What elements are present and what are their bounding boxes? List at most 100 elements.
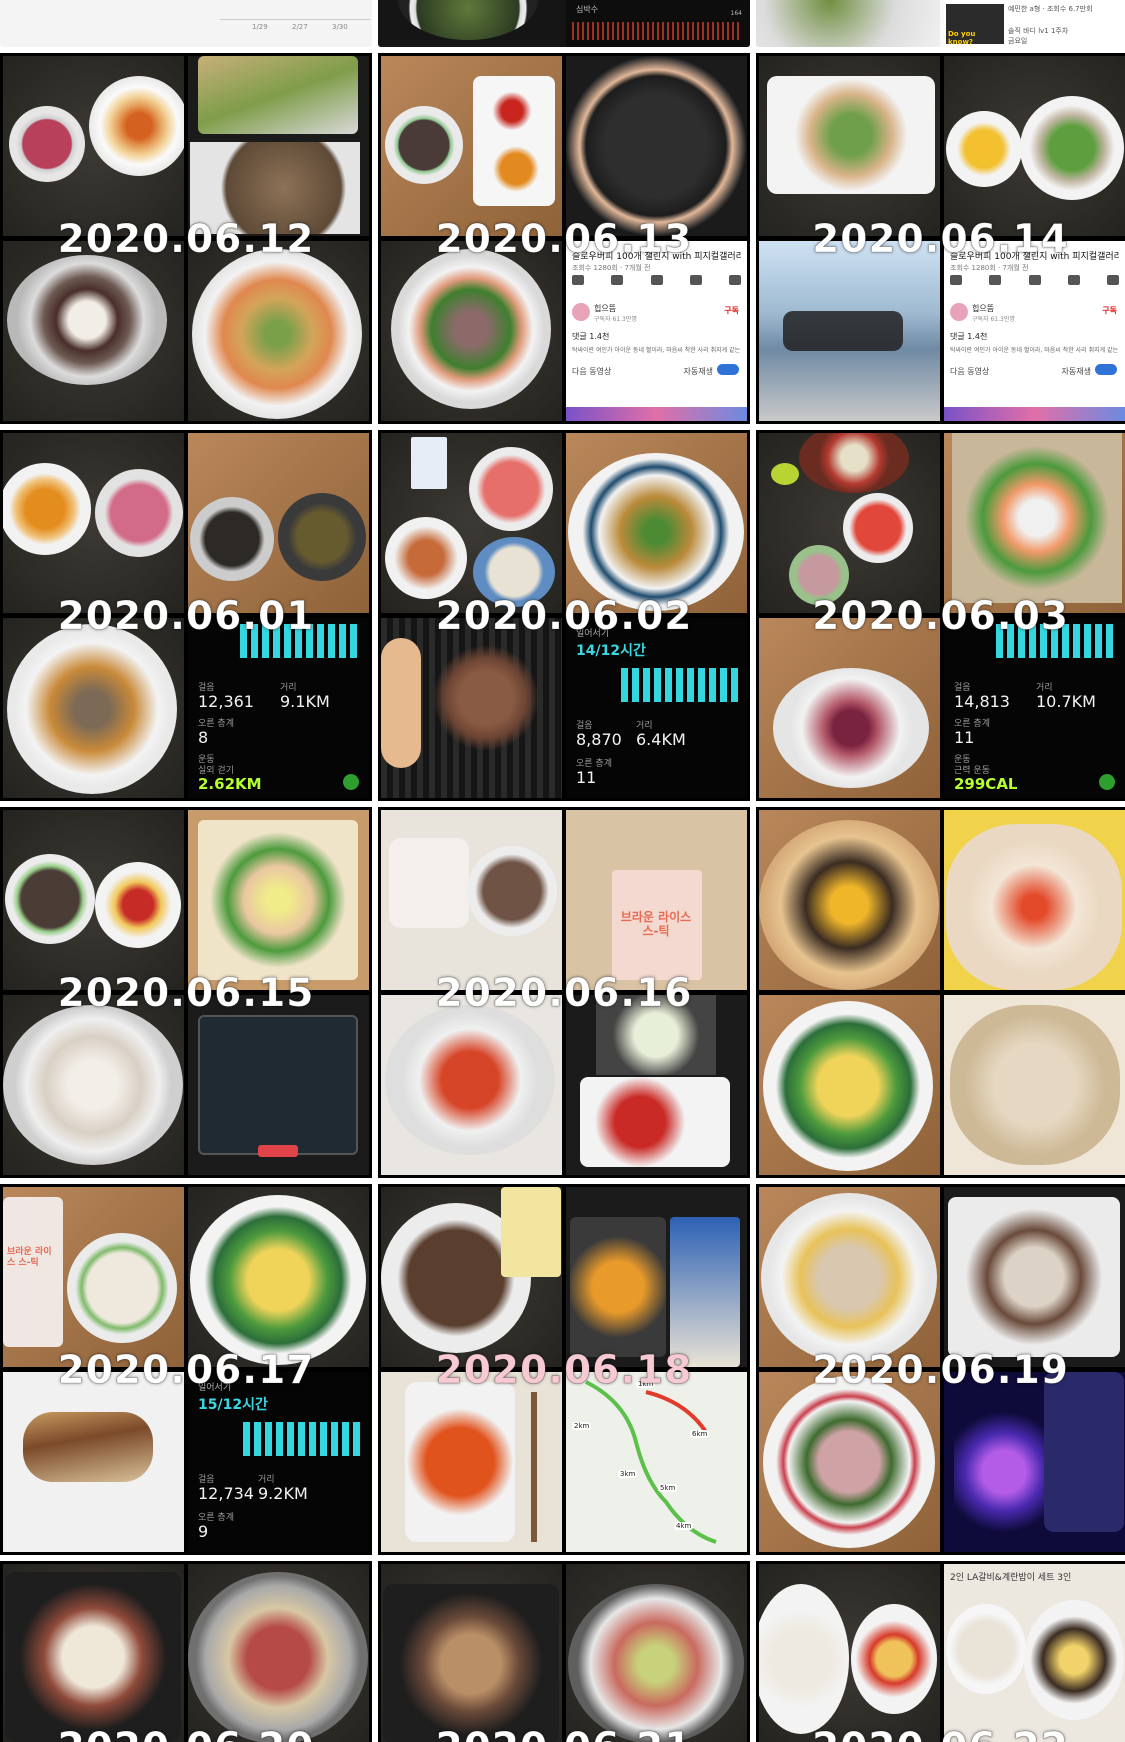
food-photo	[188, 1187, 369, 1367]
activity-bars	[243, 1422, 363, 1456]
top-chart-tile[interactable]: 1/29 2/27 3/30	[0, 0, 372, 47]
video-list: Do you know? 예민한 a형 · 조회수 6.7만회 솔직 바디 lv…	[944, 0, 1125, 47]
food-photo	[566, 56, 747, 236]
activity-summary: 일어서기 14/12시간 걸음 8,870 거리 6.4KM 오른 층계 11	[566, 618, 747, 798]
km-marker: 5km	[658, 1484, 678, 1492]
food-photo	[188, 433, 369, 613]
food-photo	[188, 241, 369, 421]
comments-count[interactable]: 댓글 1.4천	[950, 331, 987, 342]
distance-value: 6.4KM	[636, 730, 686, 749]
channel-avatar[interactable]	[572, 303, 590, 321]
subscribe-button[interactable]: 구독	[724, 305, 739, 316]
exercise-value: 299CAL	[954, 775, 1018, 793]
exercise-value: 2.62KM	[198, 775, 262, 793]
dislike-icon[interactable]	[989, 275, 1002, 285]
activity-summary: 걸음 12,361 거리 9.1KM 오른 층계 8 운동 실외 걷기 2.62…	[188, 618, 369, 798]
autoplay-toggle[interactable]	[1095, 364, 1117, 375]
collage-tile[interactable]: 일어서기 14/12시간 걸음 8,870 거리 6.4KM 오른 층계 11 …	[378, 430, 750, 801]
food-photo	[381, 1564, 562, 1742]
stand-label: 일어서기	[576, 629, 610, 639]
collage-tile[interactable]: 1km 2km 3km 4km 5km 6km 2020.06.18	[378, 1184, 750, 1555]
km-marker: 4km	[674, 1522, 694, 1530]
collage-tile[interactable]: 2020.06.15	[0, 807, 372, 1178]
fitness-screenshot: 걸음 12,361 거리 9.1KM 오른 층계 8 운동 실외 걷기 2.62…	[188, 618, 369, 798]
like-icon[interactable]	[950, 275, 962, 285]
food-photo	[3, 1372, 184, 1552]
channel-name[interactable]: 힙으뜸	[594, 303, 616, 314]
food-photo	[381, 618, 562, 798]
food-photo	[944, 56, 1125, 236]
video-thumbnail: Do you know?	[946, 4, 1004, 46]
video-title: 슬로우버피 100개 챌린지 with 피지컬갤러리	[572, 252, 741, 262]
collage-tile[interactable]: 2020.06.12	[0, 53, 372, 424]
share-icon[interactable]	[1028, 275, 1041, 285]
subscribe-button[interactable]: 구독	[1102, 305, 1117, 316]
heart-rate-value: 164	[730, 10, 742, 17]
steps-value: 12,361	[198, 692, 254, 711]
food-photo	[381, 433, 562, 613]
walk-icon	[1099, 774, 1115, 790]
youtube-panel: 슬로우버피 100개 챌린지 with 피지컬갤러리 조회수 1280회 · 7…	[566, 241, 747, 421]
collage-tile[interactable]: 2020.06.21	[378, 1561, 750, 1742]
food-photo	[944, 433, 1125, 613]
dislike-icon[interactable]	[611, 275, 624, 285]
comments-count[interactable]: 댓글 1.4천	[572, 331, 609, 342]
share-icon[interactable]	[650, 275, 663, 285]
like-icon[interactable]	[572, 275, 584, 285]
product-box-title: 2인 LA갈비&계란밥이 세트 3인	[950, 1573, 1072, 1583]
food-photo	[381, 1187, 562, 1367]
food-photo	[381, 241, 562, 421]
food-photo	[188, 810, 369, 990]
fitness-screenshot: 일어서기 14/12시간 걸음 8,870 거리 6.4KM 오른 층계 11	[566, 618, 747, 798]
download-icon[interactable]	[689, 275, 702, 285]
collage-tile[interactable]: 2020.06.19	[756, 1184, 1125, 1555]
collage-tile[interactable]: 슬로우버피 100개 챌린지 with 피지컬갤러리 조회수 1280회 · 7…	[378, 53, 750, 424]
video-day: 금요일	[1008, 37, 1028, 45]
food-photo	[566, 995, 747, 1175]
subscriber-count: 구독자 61.3만명	[594, 316, 637, 323]
food-photo	[3, 618, 184, 798]
collage-tile[interactable]: 슬로우버피 100개 챌린지 with 피지컬갤러리 조회수 1280회 · 7…	[756, 53, 1125, 424]
collage-tile[interactable]: 2020.06.20	[0, 1561, 372, 1742]
fitness-screenshot: 일어서기 15/12시간 걸음 12,734 거리 9.2KM 오른 층계 9	[188, 1372, 369, 1552]
food-photo	[566, 1187, 747, 1367]
next-video-label: 다음 동영상	[950, 367, 990, 376]
save-icon[interactable]	[1107, 275, 1119, 285]
food-photo	[944, 995, 1125, 1175]
save-icon[interactable]	[729, 275, 741, 285]
distance-value: 9.1KM	[280, 692, 330, 711]
channel-name[interactable]: 힙으뜸	[972, 303, 994, 314]
food-photo: 2인 LA갈비&계란밥이 세트 3인	[944, 1564, 1125, 1742]
food-photo	[381, 810, 562, 990]
route-line	[585, 1380, 717, 1544]
collage-tile[interactable]: 걸음 12,361 거리 9.1KM 오른 층계 8 운동 실외 걷기 2.62…	[0, 430, 372, 801]
next-video-thumbnail[interactable]	[566, 407, 747, 421]
top-heart-tile[interactable]: 심박수 164	[378, 0, 750, 47]
stand-value: 15/12시간	[198, 1397, 268, 1413]
stand-label: 일어서기	[198, 1383, 232, 1393]
youtube-screenshot: 슬로우버피 100개 챌린지 with 피지컬갤러리 조회수 1280회 · 7…	[944, 241, 1125, 421]
youtube-screenshot: 슬로우버피 100개 챌린지 with 피지컬갤러리 조회수 1280회 · 7…	[566, 241, 747, 421]
food-photo	[759, 810, 940, 990]
top-video-tile[interactable]: Do you know? 예민한 a형 · 조회수 6.7만회 솔직 바디 lv…	[756, 0, 1125, 47]
subscriber-count: 구독자 61.3만명	[972, 316, 1015, 323]
run-map-screenshot: 1km 2km 3km 4km 5km 6km	[566, 1372, 747, 1552]
food-photo	[3, 433, 184, 613]
next-video-thumbnail[interactable]	[944, 407, 1125, 421]
food-photo	[756, 0, 940, 47]
collage-tile[interactable]: 2인 LA갈비&계란밥이 세트 3인 2020.06.22	[756, 1561, 1125, 1742]
channel-avatar[interactable]	[950, 303, 968, 321]
collage-tile[interactable]: 걸음 14,813 거리 10.7KM 오른 층계 11 운동 근력 운동 29…	[756, 430, 1125, 801]
food-photo	[759, 433, 940, 613]
collage-tile[interactable]	[756, 807, 1125, 1178]
axis-tick: 1/29	[252, 23, 268, 31]
collage-tile[interactable]: 브라운 라이스 스-틱 2020.06.16	[378, 807, 750, 1178]
youtube-panel: 슬로우버피 100개 챌린지 with 피지컬갤러리 조회수 1280회 · 7…	[944, 241, 1125, 421]
autoplay-toggle[interactable]	[717, 364, 739, 375]
steps-value: 8,870	[576, 730, 622, 749]
download-icon[interactable]	[1067, 275, 1080, 285]
fitness-screenshot: 걸음 14,813 거리 10.7KM 오른 층계 11 운동 근력 운동 29…	[944, 618, 1125, 798]
collage-tile[interactable]: 브라운 라이스 스-틱 일어서기 15/12시간 걸음 12,734 거리 9.…	[0, 1184, 372, 1555]
food-photo	[566, 1564, 747, 1742]
video-meta: 예민한 a형 · 조회수 6.7만회	[1008, 5, 1093, 13]
